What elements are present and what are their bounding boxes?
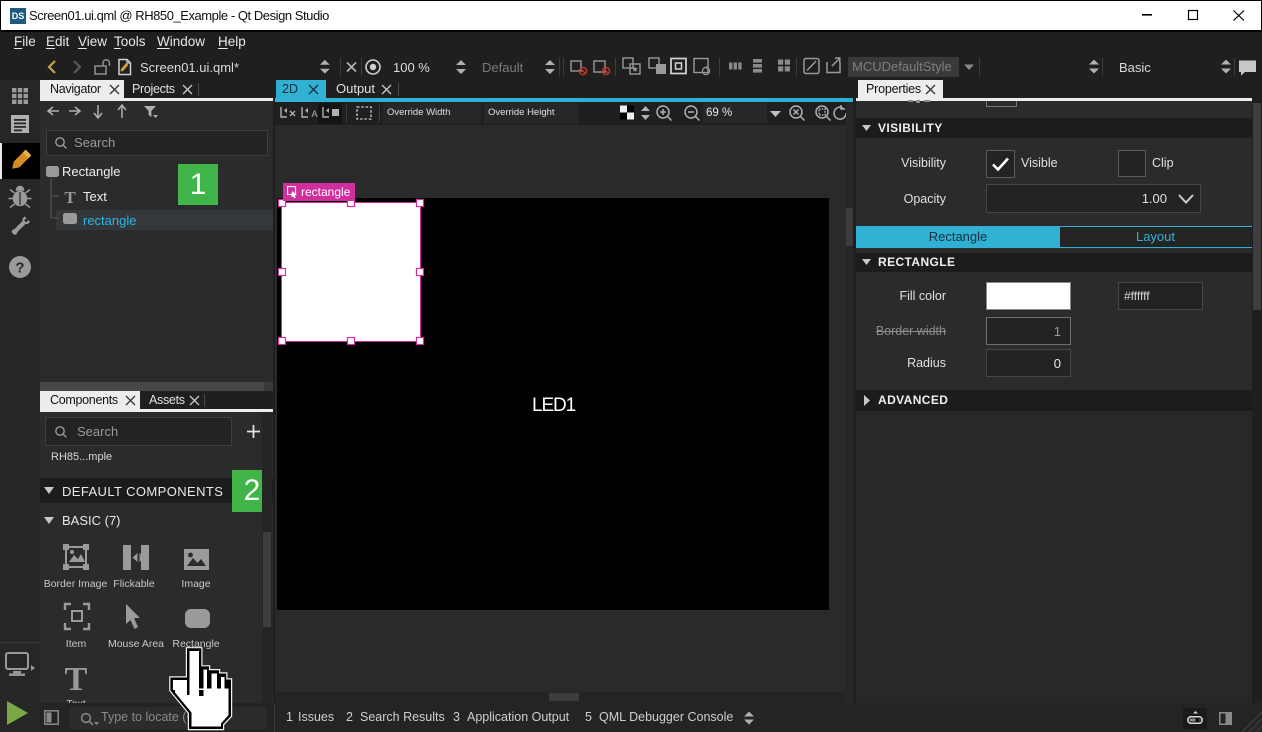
svg-text:T: T <box>65 661 88 698</box>
svg-text:?: ? <box>15 260 24 277</box>
svg-text:A: A <box>312 109 318 119</box>
svg-text:T: T <box>64 188 76 207</box>
